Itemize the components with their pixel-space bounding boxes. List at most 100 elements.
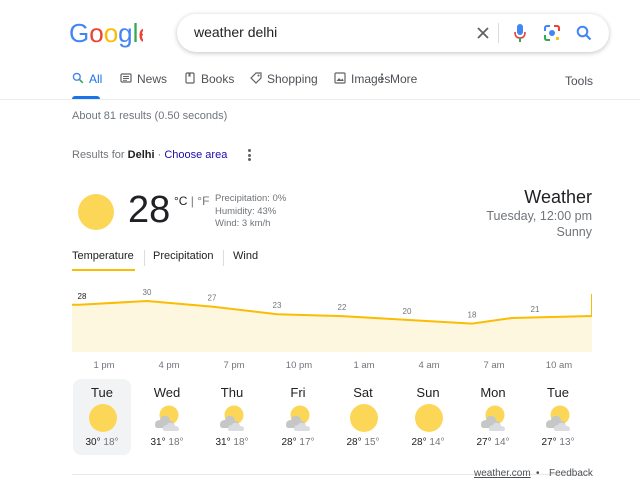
hour-axis: 1 pm 4 pm 7 pm 10 pm 1 am 4 am 7 am 10 am (72, 360, 592, 374)
day-temperatures: 31° 18° (138, 437, 196, 448)
low-temperature: 18° (233, 437, 249, 448)
partly-cloudy-icon (217, 403, 247, 433)
day-temperatures: 31° 18° (203, 437, 261, 448)
hour-label: 4 am (418, 360, 440, 371)
tab-temperature[interactable]: Temperature (72, 250, 134, 262)
day-temperatures: 27° 13° (529, 437, 587, 448)
forecast-day[interactable]: Tue 27° 13° (529, 379, 587, 455)
results-for-separator: · (154, 149, 165, 161)
hour-label: 7 am (483, 360, 505, 371)
tag-icon (250, 72, 262, 84)
day-temperatures: 28° 17° (269, 437, 327, 448)
hour-label: 10 am (545, 360, 573, 371)
temperature-label: 20 (403, 307, 412, 316)
search-box[interactable]: weather delhi (177, 14, 609, 52)
svg-text:Google: Google (69, 18, 143, 48)
google-logo[interactable]: Google (69, 17, 153, 49)
tools-button[interactable]: Tools (565, 74, 593, 88)
unit-toggle: °C | °F (174, 194, 209, 208)
tab-wind[interactable]: Wind (233, 250, 258, 262)
hour-label: 10 pm (285, 360, 313, 371)
choose-area-link[interactable]: Choose area (164, 149, 227, 161)
search-icon[interactable] (574, 23, 594, 43)
low-temperature: 15° (364, 437, 380, 448)
partly-cloudy-icon (543, 403, 573, 433)
high-temperature: 28° (281, 437, 297, 448)
tab-more[interactable]: More (379, 72, 417, 100)
weather-details: Precipitation: 0% Humidity: 43% Wind: 3 … (215, 193, 286, 231)
clear-icon[interactable] (473, 23, 493, 43)
partly-cloudy-icon (152, 403, 182, 433)
results-for-place: Delhi (127, 149, 155, 161)
high-temperature: 31° (215, 437, 231, 448)
book-icon (185, 72, 195, 84)
result-stats: About 81 results (0.50 seconds) (72, 110, 228, 122)
precipitation-text: Precipitation: 0% (215, 193, 287, 204)
celsius-button[interactable]: °C (174, 194, 187, 208)
low-temperature: 14° (429, 437, 445, 448)
tab-precipitation[interactable]: Precipitation (153, 250, 214, 262)
day-name: Mon (480, 385, 506, 400)
forecast-day[interactable]: Mon 27° 14° (464, 379, 522, 455)
search-icon (72, 72, 84, 84)
temperature-label: 27 (208, 294, 217, 303)
tab-all[interactable]: All (72, 72, 102, 100)
sunny-icon (413, 403, 443, 433)
forecast-day[interactable]: Sat 28° 15° (334, 379, 392, 455)
fahrenheit-button[interactable]: °F (197, 194, 209, 208)
hour-label: 1 pm (93, 360, 115, 371)
low-temperature: 18° (168, 437, 184, 448)
forecast-day[interactable]: Wed 31° 18° (138, 379, 196, 455)
results-for: Results for Delhi · Choose area (72, 149, 227, 161)
day-name: Tue (547, 385, 569, 400)
high-temperature: 27° (541, 437, 557, 448)
day-name: Sun (416, 385, 440, 400)
forecast-day[interactable]: Fri 28° 17° (269, 379, 327, 455)
microphone-icon[interactable] (510, 23, 530, 43)
sunny-icon (87, 403, 117, 433)
wind-text: Wind: 3 km/h (215, 218, 271, 229)
low-temperature: 14° (494, 437, 510, 448)
search-input[interactable]: weather delhi (194, 24, 277, 40)
sunny-icon (348, 403, 378, 433)
header-divider (0, 99, 640, 100)
hour-label: 1 am (353, 360, 375, 371)
sunny-icon (78, 194, 114, 230)
hour-label: 4 pm (158, 360, 180, 371)
tab-books[interactable]: Books (184, 72, 234, 100)
temperature-chart: 28 30 27 23 22 20 18 21 (72, 288, 592, 352)
active-weather-tab-indicator (72, 269, 135, 271)
forecast-day[interactable]: Sun 28° 14° (399, 379, 457, 455)
image-icon (334, 72, 346, 84)
weather-datetime: Tuesday, 12:00 pm (486, 209, 592, 223)
day-name: Wed (153, 385, 181, 400)
tab-label: More (390, 72, 418, 86)
unit-separator: | (187, 194, 198, 208)
feedback-link[interactable]: Feedback (549, 468, 593, 479)
source-link[interactable]: weather.com (474, 468, 531, 479)
tab-label: News (137, 72, 168, 86)
day-name: Sat (353, 385, 373, 400)
tab-news[interactable]: News (120, 72, 167, 100)
tab-shopping[interactable]: Shopping (250, 72, 318, 100)
temperature-label: 28 (78, 292, 87, 301)
low-temperature: 18° (103, 437, 119, 448)
news-icon (120, 73, 132, 83)
day-temperatures: 27° 14° (464, 437, 522, 448)
more-options-icon[interactable] (245, 147, 253, 163)
tab-divider (223, 250, 224, 266)
high-temperature: 28° (411, 437, 427, 448)
high-temperature: 28° (346, 437, 362, 448)
results-for-prefix: Results for (72, 149, 128, 161)
forecast-day[interactable]: Thu 31° 18° (203, 379, 261, 455)
lens-camera-icon[interactable] (542, 23, 562, 43)
high-temperature: 27° (476, 437, 492, 448)
day-name: Thu (220, 385, 244, 400)
hour-label: 7 pm (223, 360, 245, 371)
tab-label: Books (201, 72, 235, 86)
tab-label: Shopping (267, 72, 318, 86)
search-divider (498, 23, 499, 43)
temperature-label: 21 (531, 305, 540, 314)
footer-dot: • (536, 468, 540, 479)
forecast-day[interactable]: Tue 30° 18° (73, 379, 131, 455)
